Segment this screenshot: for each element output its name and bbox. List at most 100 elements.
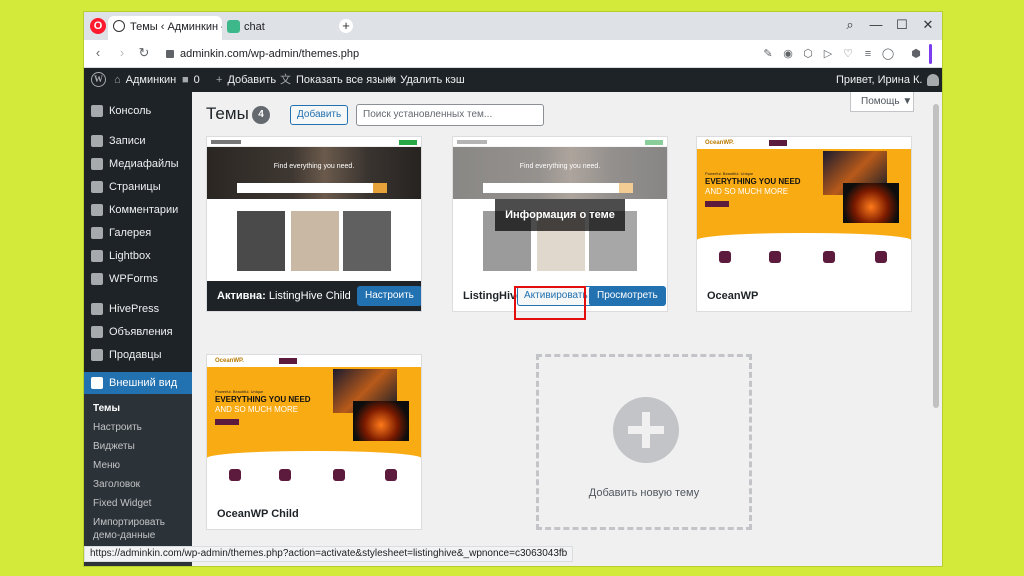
address-bar[interactable]: adminkin.com/wp-admin/themes.php bbox=[164, 45, 359, 63]
add-new-theme-card[interactable]: Добавить новую тему bbox=[536, 354, 752, 530]
wordpress-logo-icon[interactable]: W bbox=[91, 72, 106, 87]
heart-icon[interactable]: ♡ bbox=[840, 46, 856, 62]
hivepress-icon bbox=[91, 303, 103, 315]
browser-window: O Темы ‹ Админкин — Wor chat + ⌕ — ☐ ✕ ‹… bbox=[84, 12, 942, 566]
add-new-link[interactable]: + Добавить bbox=[216, 68, 276, 92]
preview-button[interactable]: Просмотреть bbox=[589, 286, 666, 306]
menu-item-comments[interactable]: Комментарии bbox=[84, 199, 192, 221]
wp-admin-bar: W ⌂ Админкин ■ 0 + Добавить 文 Показать все я… bbox=[84, 68, 942, 92]
tab-label: Темы ‹ Админкин — Wor bbox=[130, 21, 222, 33]
shield-icon[interactable]: ⬡ bbox=[800, 46, 816, 62]
back-icon[interactable]: ‹ bbox=[90, 45, 106, 60]
chat-icon bbox=[227, 20, 240, 33]
user-greeting[interactable]: Привет, Ирина К. bbox=[836, 68, 940, 92]
plus-icon: + bbox=[216, 74, 223, 86]
status-bar-url: https://adminkin.com/wp-admin/themes.php… bbox=[84, 546, 574, 562]
edit-icon[interactable]: ✎ bbox=[760, 46, 776, 62]
cache-icon: ✷ bbox=[386, 74, 396, 86]
reload-icon[interactable]: ↻ bbox=[136, 45, 152, 61]
vendors-icon bbox=[91, 349, 103, 361]
maximize-icon[interactable]: ☐ bbox=[892, 17, 912, 33]
menu-item-dashboard[interactable]: Консоль bbox=[84, 100, 192, 122]
browser-titlebar: O Темы ‹ Админкин — Wor chat + ⌕ — ☐ ✕ bbox=[84, 12, 942, 40]
admin-menu: Консоль Записи Медиафайлы Страницы Комме… bbox=[84, 92, 192, 566]
submenu-import-demo[interactable]: Импортировать демо-данные bbox=[84, 516, 188, 542]
search-tabs-icon[interactable]: ⌕ bbox=[840, 17, 860, 33]
close-icon[interactable]: ✕ bbox=[918, 17, 938, 33]
minimize-icon[interactable]: — bbox=[866, 17, 886, 32]
comment-bubble-icon: ■ bbox=[182, 74, 189, 86]
theme-name-bar: Активна: ListingHive Child Настроить bbox=[207, 281, 421, 311]
account-icon[interactable]: ◯ bbox=[880, 46, 896, 62]
clear-cache-link[interactable]: ✷ Удалить кэш bbox=[386, 68, 465, 92]
menu-item-lightbox[interactable]: Lightbox bbox=[84, 245, 192, 267]
theme-name: OceanWP bbox=[707, 290, 759, 302]
menu-lines-icon[interactable]: ≡ bbox=[860, 46, 876, 62]
theme-screenshot[interactable]: OceanWP. Powerful. Beautiful. Unique EVE… bbox=[697, 137, 911, 281]
lightbox-icon bbox=[91, 250, 103, 262]
theme-card-oceanwp-child[interactable]: OceanWP. Powerful. Beautiful. Unique EVE… bbox=[206, 354, 422, 530]
submenu-widgets[interactable]: Виджеты bbox=[84, 440, 192, 453]
menu-item-vendors[interactable]: Продавцы bbox=[84, 344, 192, 366]
submenu-header[interactable]: Заголовок bbox=[84, 478, 192, 491]
submenu-menus[interactable]: Меню bbox=[84, 459, 192, 472]
theme-count-badge: 4 bbox=[252, 106, 270, 124]
lock-icon bbox=[166, 50, 174, 58]
site-name-link[interactable]: ⌂ Админкин bbox=[114, 68, 176, 92]
theme-screenshot[interactable]: Find everything you need. Информация о т… bbox=[453, 137, 667, 281]
customize-button[interactable]: Настроить bbox=[357, 286, 421, 306]
submenu-customize[interactable]: Настроить bbox=[84, 421, 192, 434]
hero-text: Find everything you need. bbox=[273, 163, 355, 170]
menu-item-pages[interactable]: Страницы bbox=[84, 176, 192, 198]
gallery-icon bbox=[91, 227, 103, 239]
profile-icon bbox=[113, 20, 125, 32]
theme-screenshot[interactable]: OceanWP. Powerful. Beautiful. Unique EVE… bbox=[207, 355, 421, 499]
browser-toolbar: ‹ › ↻ adminkin.com/wp-admin/themes.php ✎… bbox=[84, 40, 942, 68]
tab-label: chat bbox=[244, 21, 265, 33]
page-title: Темы bbox=[206, 104, 249, 123]
pages-icon bbox=[91, 181, 103, 193]
page-scrollbar[interactable] bbox=[930, 92, 942, 566]
search-themes-input[interactable]: Поиск установленных тем... bbox=[356, 104, 544, 126]
avatar-icon bbox=[927, 74, 940, 87]
scrollbar-thumb[interactable] bbox=[933, 104, 939, 408]
menu-item-hivepress[interactable]: HivePress bbox=[84, 298, 192, 320]
menu-item-wpforms[interactable]: WPForms bbox=[84, 268, 192, 290]
help-tab-button[interactable]: Помощь ▼ bbox=[850, 92, 914, 112]
theme-details-overlay[interactable]: Информация о теме bbox=[495, 199, 625, 231]
show-languages-link[interactable]: 文 Показать все языки bbox=[280, 68, 396, 92]
tab-themes[interactable]: Темы ‹ Админкин — Wor bbox=[108, 16, 222, 40]
appearance-submenu: Темы Настроить Виджеты Меню Заголовок Fi… bbox=[84, 394, 192, 566]
add-theme-button[interactable]: Добавить bbox=[290, 105, 349, 125]
menu-item-appearance[interactable]: Внешний вид bbox=[84, 372, 192, 394]
home-icon: ⌂ bbox=[114, 74, 121, 86]
play-icon[interactable]: ▷ bbox=[820, 46, 836, 62]
menu-item-media[interactable]: Медиафайлы bbox=[84, 153, 192, 175]
submenu-themes[interactable]: Темы bbox=[84, 402, 192, 415]
url-text: adminkin.com/wp-admin/themes.php bbox=[180, 48, 360, 60]
extension-cube-icon[interactable]: ⬢ bbox=[908, 46, 924, 62]
forward-icon[interactable]: › bbox=[114, 45, 130, 60]
sidebar-indicator bbox=[929, 44, 932, 64]
theme-screenshot[interactable]: Find everything you need. bbox=[207, 137, 421, 281]
listings-icon bbox=[91, 326, 103, 338]
tab-chat[interactable]: chat bbox=[222, 16, 322, 40]
translate-icon: 文 bbox=[280, 74, 291, 86]
menu-item-listings[interactable]: Объявления bbox=[84, 321, 192, 343]
camera-icon[interactable]: ◉ bbox=[780, 46, 796, 62]
add-new-theme-label: Добавить новую тему bbox=[588, 487, 700, 499]
theme-card-oceanwp[interactable]: OceanWP. Powerful. Beautiful. Unique EVE… bbox=[696, 136, 912, 312]
activate-highlight-box bbox=[514, 286, 586, 320]
menu-item-gallery[interactable]: Галерея bbox=[84, 222, 192, 244]
plus-icon bbox=[613, 397, 679, 463]
theme-name: OceanWP Child bbox=[217, 508, 299, 520]
menu-item-posts[interactable]: Записи bbox=[84, 130, 192, 152]
oceanwp-logo: OceanWP. bbox=[705, 140, 734, 146]
theme-name-bar: OceanWP bbox=[697, 281, 911, 311]
opera-logo-icon[interactable]: O bbox=[90, 18, 106, 34]
comments-link[interactable]: ■ 0 bbox=[182, 68, 200, 92]
new-tab-icon[interactable]: + bbox=[339, 19, 353, 33]
theme-card-listinghive-child[interactable]: Find everything you need. Активна: Listi… bbox=[206, 136, 422, 312]
wpforms-icon bbox=[91, 273, 103, 285]
submenu-fixed-widget[interactable]: Fixed Widget bbox=[84, 497, 192, 510]
